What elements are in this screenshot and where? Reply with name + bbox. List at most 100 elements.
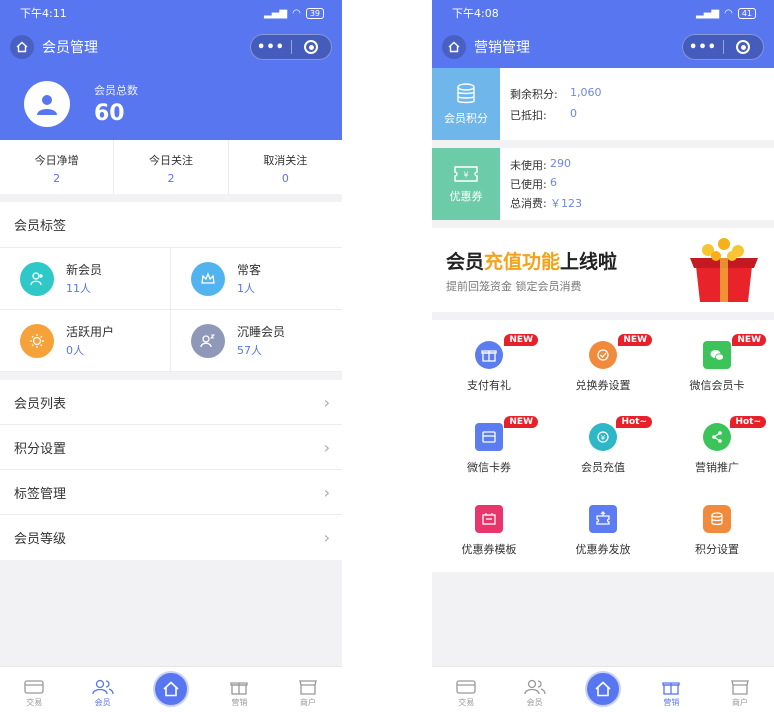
mini-program-capsule: ••• [682,34,764,60]
tag-regular[interactable]: 常客 1人 [171,248,342,310]
menu-member-list[interactable]: 会员列表 › [0,380,342,425]
tab-bar: 交易 会员 营销 商户 [0,666,342,712]
coupon-icon: ¥ [454,166,478,182]
members-icon [523,679,546,695]
coins-icon [457,83,475,104]
new-badge: NEW [732,334,766,346]
gift-icon [230,682,249,695]
battery-level: 41 [737,7,756,19]
chevron-right-icon: › [323,392,330,412]
coupon-template-icon [475,505,503,533]
home-icon[interactable] [10,35,34,59]
home-tab-button[interactable] [585,671,622,707]
stat-today-follow[interactable]: 今日关注 2 [114,140,229,194]
wechat-icon [703,341,731,369]
tags-section-title: 会员标签 [0,202,342,248]
home-tab-button[interactable] [153,671,190,707]
home-icon [595,681,611,697]
menu-tag-management[interactable]: 标签管理 › [0,470,342,515]
battery-level: 39 [305,7,324,19]
signal-icon: ▂▄▆ [696,7,720,19]
feature-wechat-member-card[interactable]: NEW 微信会员卡 [660,326,774,408]
tab-merchant[interactable]: 商户 [706,667,774,712]
chevron-right-icon: › [323,528,330,547]
feature-points-settings[interactable]: 积分设置 [660,490,774,572]
tab-members[interactable]: 会员 [500,667,568,712]
wifi-icon: ◠ [724,7,733,19]
new-badge: NEW [504,334,538,346]
feature-wechat-coupon[interactable]: NEW 微信卡券 [432,408,546,490]
sleep-user-icon [191,323,225,358]
tab-bar: 交易 会员 营销 商户 [432,666,774,712]
feature-coupon-template[interactable]: 优惠券模板 [432,490,546,572]
member-total-label: 会员总数 [94,84,138,97]
store-icon [730,680,749,695]
coupon-total-spend: ￥123 [550,197,582,210]
gift-icon [475,341,503,369]
svg-text:¥: ¥ [463,171,468,180]
crown-icon [191,261,225,296]
feature-member-recharge[interactable]: Hot~ ¥ 会员充值 [546,408,660,490]
member-summary: 会员总数 60 [0,68,342,140]
tab-transactions[interactable]: 交易 [432,667,500,712]
close-capsule-icon[interactable] [292,40,331,54]
tab-members[interactable]: 会员 [68,667,136,712]
add-user-icon [20,261,54,296]
card-icon [475,423,503,451]
tab-marketing[interactable]: 营销 [205,667,273,712]
gift-icon [662,682,681,695]
tag-sleeping[interactable]: 沉睡会员 57人 [171,310,342,372]
coupon-used: 6 [550,176,557,189]
status-bar: 下午4:11 ▂▄▆ ◠ 39 [0,0,342,26]
more-icon[interactable]: ••• [683,40,723,55]
transaction-icon [456,680,476,694]
points-card[interactable]: 会员积分 剩余积分: 1,060 已抵扣: 0 [432,68,774,140]
stat-unfollow[interactable]: 取消关注 0 [229,140,342,194]
status-bar: 下午4:08 ▂▄▆ ◠ 41 [432,0,774,26]
points-icon [703,505,731,533]
status-time: 下午4:11 [20,7,67,20]
member-tags: 新会员 11人 常客 1人 活跃用户 0人 沉睡会员 57人 [0,248,342,372]
member-stats: 今日净增 2 今日关注 2 取消关注 0 [0,140,342,194]
coupon-card[interactable]: ¥ 优惠券 未使用: 290 已使用: 6 总消费: ￥123 [432,148,774,220]
marketing-management-screen: 下午4:08 ▂▄▆ ◠ 41 营销管理 ••• 会员积分 剩余积分: 1,060… [432,0,774,712]
tab-marketing[interactable]: 营销 [637,667,705,712]
tab-merchant[interactable]: 商户 [274,667,342,712]
close-capsule-icon[interactable] [724,40,763,54]
feature-coupon-distribution[interactable]: 优惠券发放 [546,490,660,572]
recharge-icon: ¥ [589,423,617,451]
red-gift-box-icon [690,238,758,302]
new-badge: NEW [618,334,652,346]
stat-today-net[interactable]: 今日净增 2 [0,140,115,194]
menu-member-levels[interactable]: 会员等级 › [0,515,342,560]
marketing-feature-grid: NEW 支付有礼 NEW 兑换券设置 NEW 微信会员卡 NEW 微信卡券 Ho… [432,320,774,572]
coupon-card-label: 优惠券 [449,190,483,203]
ticket-icon [589,341,617,369]
banner-title: 会员充值功能上线啦 [446,250,618,273]
coupon-send-icon [589,505,617,533]
more-icon[interactable]: ••• [251,40,291,55]
svg-text:¥: ¥ [601,434,606,442]
page-title: 营销管理 [474,40,530,56]
menu-points-settings[interactable]: 积分设置 › [0,425,342,470]
tab-transactions[interactable]: 交易 [0,667,68,712]
recharge-banner[interactable]: 会员充值功能上线啦 提前回笼资金 锁定会员消费 [432,228,774,312]
points-deducted: 0 [570,106,577,120]
member-menu: 会员列表 › 积分设置 › 标签管理 › 会员等级 › [0,380,342,560]
hot-badge: Hot~ [616,416,652,428]
feature-pay-gift[interactable]: NEW 支付有礼 [432,326,546,408]
feature-marketing-promotion[interactable]: Hot~ 营销推广 [660,408,774,490]
home-icon[interactable] [442,35,466,59]
points-card-label: 会员积分 [444,112,488,125]
signal-icon: ▂▄▆ [264,7,288,19]
home-icon [163,681,179,697]
sun-icon [20,323,54,358]
chevron-right-icon: › [323,482,330,502]
wifi-icon: ◠ [292,7,301,19]
user-icon [37,95,57,115]
tag-new-member[interactable]: 新会员 11人 [0,248,171,310]
feature-voucher-settings[interactable]: NEW 兑换券设置 [546,326,660,408]
tag-active[interactable]: 活跃用户 0人 [0,310,171,372]
coupon-unused: 290 [550,157,571,170]
member-total-value: 60 [94,101,125,126]
